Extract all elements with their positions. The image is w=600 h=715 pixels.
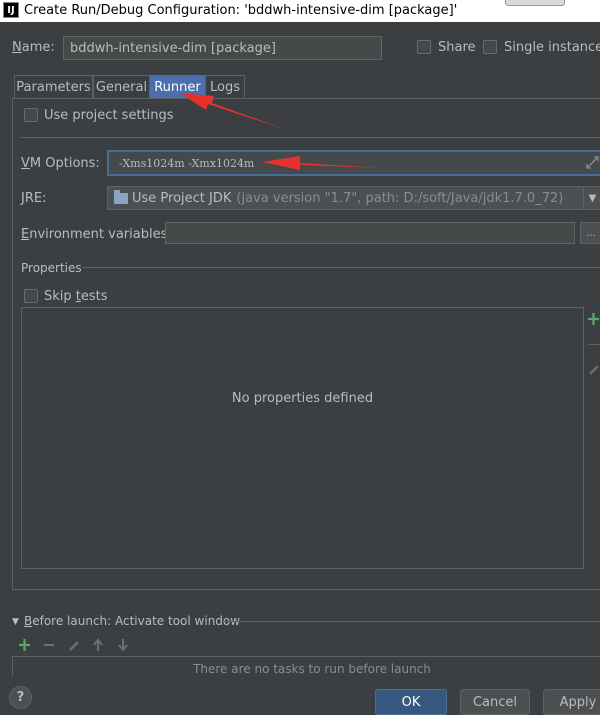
add-icon[interactable]	[587, 312, 600, 326]
name-input[interactable]: bddwh-intensive-dim [package]	[63, 36, 382, 60]
properties-table: No properties defined	[21, 307, 584, 569]
chevron-down-icon[interactable]: ▼	[583, 186, 600, 210]
move-down-icon[interactable]	[117, 638, 129, 652]
apply-button[interactable]: Apply	[543, 689, 600, 715]
expand-icon[interactable]	[585, 155, 600, 170]
divider	[20, 137, 600, 138]
jre-select[interactable]: Use Project JDK (java version "1.7", pat…	[107, 186, 600, 210]
intellij-app-icon: IJ	[3, 2, 19, 18]
skip-tests-label: Skip tests	[44, 289, 108, 304]
environment-variables-input[interactable]	[165, 222, 575, 244]
tab-logs[interactable]: Logs	[205, 75, 245, 98]
vm-options-input[interactable]: -Xms1024m -Xmx1024m	[107, 150, 600, 176]
collapse-triangle-icon[interactable]: ▼	[12, 617, 19, 627]
no-tasks-text: There are no tasks to run before launch	[193, 662, 431, 676]
divider	[588, 344, 600, 345]
name-label: Name:	[12, 40, 55, 55]
jre-label: JRE:	[21, 191, 47, 206]
edit-icon[interactable]	[588, 362, 600, 376]
skip-tests-checkbox[interactable]	[24, 289, 38, 303]
cancel-button[interactable]: Cancel	[460, 689, 530, 715]
tab-parameters[interactable]: Parameters	[14, 75, 93, 98]
before-launch-task-list: There are no tasks to run before launch	[12, 656, 600, 676]
divider	[82, 267, 600, 268]
before-launch-label: Before launch: Activate tool window	[24, 614, 241, 628]
jre-value: Use Project JDK	[132, 190, 232, 206]
remove-task-icon[interactable]	[43, 638, 55, 652]
ok-button[interactable]: OK	[375, 689, 447, 715]
tab-label: Parameters	[16, 79, 91, 95]
folder-icon	[114, 189, 128, 204]
tab-label: Runner	[154, 79, 201, 95]
single-instance-label: Single instance o	[504, 40, 600, 55]
divider	[222, 621, 600, 622]
edit-task-icon[interactable]	[68, 638, 80, 652]
use-project-settings-checkbox[interactable]	[24, 108, 38, 122]
share-checkbox[interactable]	[417, 40, 431, 54]
environment-variables-label: Environment variables:	[21, 227, 172, 242]
vm-options-label: VM Options:	[21, 156, 100, 171]
vm-options-value: -Xms1024m -Xmx1024m	[119, 156, 255, 170]
move-up-icon[interactable]	[92, 638, 104, 652]
tab-runner[interactable]: Runner	[150, 75, 205, 98]
properties-label: Properties	[21, 261, 82, 275]
tab-general[interactable]: General	[93, 75, 150, 98]
empty-properties-text: No properties defined	[231, 391, 374, 406]
jre-detail: (java version "1.7", path: D:/soft/Java/…	[236, 190, 564, 206]
help-button[interactable]: ?	[9, 686, 32, 709]
tab-label: General	[95, 79, 148, 95]
title-bar: IJ Create Run/Debug Configuration: 'bddw…	[0, 0, 600, 22]
window-title: Create Run/Debug Configuration: 'bddwh-i…	[24, 3, 458, 18]
tab-label: Logs	[210, 79, 240, 95]
browse-button[interactable]: ...	[580, 222, 600, 244]
add-task-icon[interactable]	[18, 638, 31, 652]
window-control-button[interactable]	[505, 0, 565, 6]
single-instance-checkbox[interactable]	[483, 40, 497, 54]
share-label: Share	[438, 40, 476, 55]
use-project-settings-label: Use project settings	[44, 108, 174, 123]
